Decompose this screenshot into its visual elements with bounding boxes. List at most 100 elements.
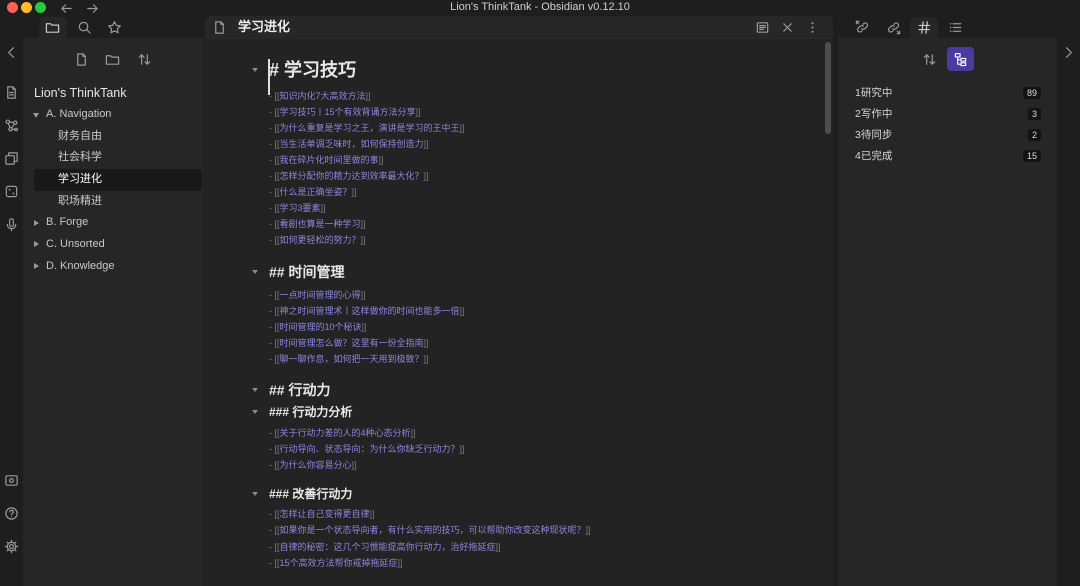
tag-name: 3待同步 bbox=[855, 129, 893, 141]
tag-item[interactable]: 1研究中 89 bbox=[848, 82, 1048, 103]
internal-link[interactable]: 当生活单调乏味时，如何保持创造力 bbox=[280, 139, 424, 149]
close-pane-button[interactable] bbox=[779, 19, 795, 35]
fold-icon[interactable] bbox=[252, 410, 258, 414]
folder-d-knowledge[interactable]: D. Knowledge bbox=[23, 256, 204, 278]
file-item[interactable]: 财务自由 bbox=[23, 126, 204, 148]
list-item: - [[怎样分配你的精力达到效率最大化？]] bbox=[269, 168, 809, 184]
minimize-window-button[interactable] bbox=[21, 2, 32, 13]
list-item: - [[为什么你容易分心]] bbox=[269, 457, 809, 473]
zoom-window-button[interactable] bbox=[35, 2, 46, 13]
file-label: 财务自由 bbox=[58, 129, 102, 142]
file-label: 学习进化 bbox=[58, 173, 102, 186]
vault-name[interactable]: Lion's ThinkTank bbox=[34, 85, 127, 101]
tag-count: 89 bbox=[1022, 86, 1041, 99]
folder-a-navigation[interactable]: A. Navigation bbox=[23, 104, 204, 126]
collapse-right-sidebar-button[interactable] bbox=[1060, 44, 1076, 60]
sort-button[interactable] bbox=[136, 51, 152, 67]
folder-icon bbox=[45, 22, 59, 33]
tab-outline[interactable] bbox=[947, 19, 963, 35]
internal-link[interactable]: 关于行动力差的人的4种心态分析 bbox=[280, 428, 411, 438]
internal-link[interactable]: 学习技巧丨15个有效背诵方法分享 bbox=[280, 107, 416, 117]
open-vault-button[interactable] bbox=[3, 472, 19, 488]
random-note-button[interactable] bbox=[3, 183, 19, 199]
file-item-active[interactable]: 学习进化 bbox=[34, 169, 202, 191]
list-item: - [[关于行动力差的人的4种心态分析]] bbox=[269, 425, 809, 441]
graph-view-button[interactable] bbox=[3, 117, 19, 133]
navigate-forward-button[interactable] bbox=[84, 0, 100, 16]
file-item[interactable]: 社会科学 bbox=[23, 147, 204, 169]
heading-text: # 学习技巧 bbox=[269, 60, 357, 80]
vault-icon bbox=[4, 474, 18, 486]
settings-button[interactable] bbox=[3, 538, 19, 554]
tag-item[interactable]: 4已完成 15 bbox=[848, 145, 1048, 166]
internal-link[interactable]: 怎样分配你的精力达到效率最大化？ bbox=[280, 171, 424, 181]
more-options-button[interactable] bbox=[804, 19, 820, 35]
internal-link[interactable]: 时间管理的10个秘诀 bbox=[280, 322, 362, 332]
file-item[interactable]: 职场精进 bbox=[23, 191, 204, 213]
list-bullet: - bbox=[269, 306, 272, 316]
internal-link[interactable]: 学习3要素 bbox=[280, 203, 321, 213]
fold-icon[interactable] bbox=[252, 68, 258, 72]
audio-recorder-button[interactable] bbox=[3, 216, 19, 232]
tab-backlinks[interactable] bbox=[854, 19, 870, 35]
tag-tree-toggle-button[interactable] bbox=[947, 47, 974, 71]
quick-switcher-button[interactable] bbox=[3, 84, 19, 100]
internal-link[interactable]: 15个高效方法帮你戒掉拖延症 bbox=[280, 558, 398, 568]
internal-link[interactable]: 自律的秘密：这几个习惯能提高你行动力，治好拖延症 bbox=[280, 542, 496, 552]
internal-link[interactable]: 行动导向、状态导向：为什么你缺乏行动力？ bbox=[280, 444, 460, 454]
file-icon bbox=[214, 20, 224, 34]
internal-link[interactable]: 神之时间管理术丨这样做你的时间也能多一倍 bbox=[280, 306, 460, 316]
templates-button[interactable] bbox=[3, 150, 19, 166]
tag-item[interactable]: 3待同步 2 bbox=[848, 124, 1048, 145]
internal-link[interactable]: 聊一聊作息，如何把一天用到极致？ bbox=[280, 354, 424, 364]
collapse-left-sidebar-button[interactable] bbox=[3, 44, 19, 60]
new-note-button[interactable] bbox=[73, 51, 89, 67]
internal-link[interactable]: 时间管理怎么做？这里有一份全指南 bbox=[280, 338, 424, 348]
tab-starred[interactable] bbox=[106, 19, 122, 35]
editor-scrollbar[interactable] bbox=[825, 42, 831, 134]
list-item: - [[什么是正确坐姿？]] bbox=[269, 184, 809, 200]
link-close-brackets: ]] bbox=[459, 306, 465, 316]
heading-text: ## 时间管理 bbox=[269, 264, 345, 280]
fold-icon[interactable] bbox=[252, 388, 258, 392]
file-menu-button[interactable] bbox=[211, 19, 227, 35]
outline-icon bbox=[949, 22, 961, 32]
expand-icon[interactable] bbox=[34, 241, 39, 248]
editor-content[interactable]: # 学习技巧 - [[知识内化7大高效方法]] - [[学习技巧丨15个有效背诵… bbox=[252, 58, 809, 571]
new-folder-button[interactable] bbox=[104, 51, 120, 67]
internal-link[interactable]: 什么是正确坐姿？ bbox=[280, 187, 352, 197]
tag-sort-button[interactable] bbox=[921, 51, 937, 67]
toggle-preview-button[interactable] bbox=[754, 19, 770, 35]
tab-search[interactable] bbox=[76, 19, 92, 35]
expand-icon[interactable] bbox=[34, 263, 39, 270]
new-folder-icon bbox=[105, 54, 119, 65]
help-button[interactable] bbox=[3, 505, 19, 521]
list-item: - [[我在碎片化时间里做的事]] bbox=[269, 152, 809, 168]
list-item: - [[怎样让自己变得更自律]] bbox=[269, 506, 809, 522]
folder-b-forge[interactable]: B. Forge bbox=[23, 212, 204, 234]
heading-2: ## 时间管理 bbox=[252, 261, 809, 283]
expand-icon[interactable] bbox=[34, 219, 39, 226]
internal-link[interactable]: 为什么重复是学习之王，演讲是学习的王中王 bbox=[280, 123, 460, 133]
internal-link[interactable]: 怎样让自己变得更自律 bbox=[280, 509, 370, 519]
link-list: - [[关于行动力差的人的4种心态分析]] - [[行动导向、状态导向：为什么你… bbox=[269, 425, 809, 473]
internal-link[interactable]: 为什么你容易分心 bbox=[280, 460, 352, 470]
close-window-button[interactable] bbox=[7, 2, 18, 13]
tags-tab-button[interactable] bbox=[916, 19, 932, 35]
fold-icon[interactable] bbox=[252, 492, 258, 496]
internal-link[interactable]: 知识内化7大高效方法 bbox=[280, 91, 366, 101]
fold-icon[interactable] bbox=[252, 270, 258, 274]
navigate-back-button[interactable] bbox=[58, 0, 74, 16]
list-item: - [[行动导向、状态导向：为什么你缺乏行动力？]] bbox=[269, 441, 809, 457]
internal-link[interactable]: 我在碎片化时间里做的事 bbox=[280, 155, 379, 165]
tab-outgoing-links[interactable] bbox=[885, 19, 901, 35]
internal-link[interactable]: 如果你是一个状态导向者，有什么实用的技巧，可以帮助你改变这种现状呢？ bbox=[280, 525, 586, 535]
internal-link[interactable]: 一点时间管理的心得 bbox=[280, 290, 361, 300]
tag-item[interactable]: 2写作中 3 bbox=[848, 103, 1048, 124]
internal-link[interactable]: 如何更轻松的努力？ bbox=[280, 235, 361, 245]
folder-c-unsorted[interactable]: C. Unsorted bbox=[23, 234, 204, 256]
file-explorer-tab-button[interactable] bbox=[44, 19, 60, 35]
link-close-brackets: ]] bbox=[415, 107, 421, 117]
collapse-icon[interactable] bbox=[32, 112, 39, 118]
internal-link[interactable]: 看剧也算是一种学习 bbox=[280, 219, 361, 229]
